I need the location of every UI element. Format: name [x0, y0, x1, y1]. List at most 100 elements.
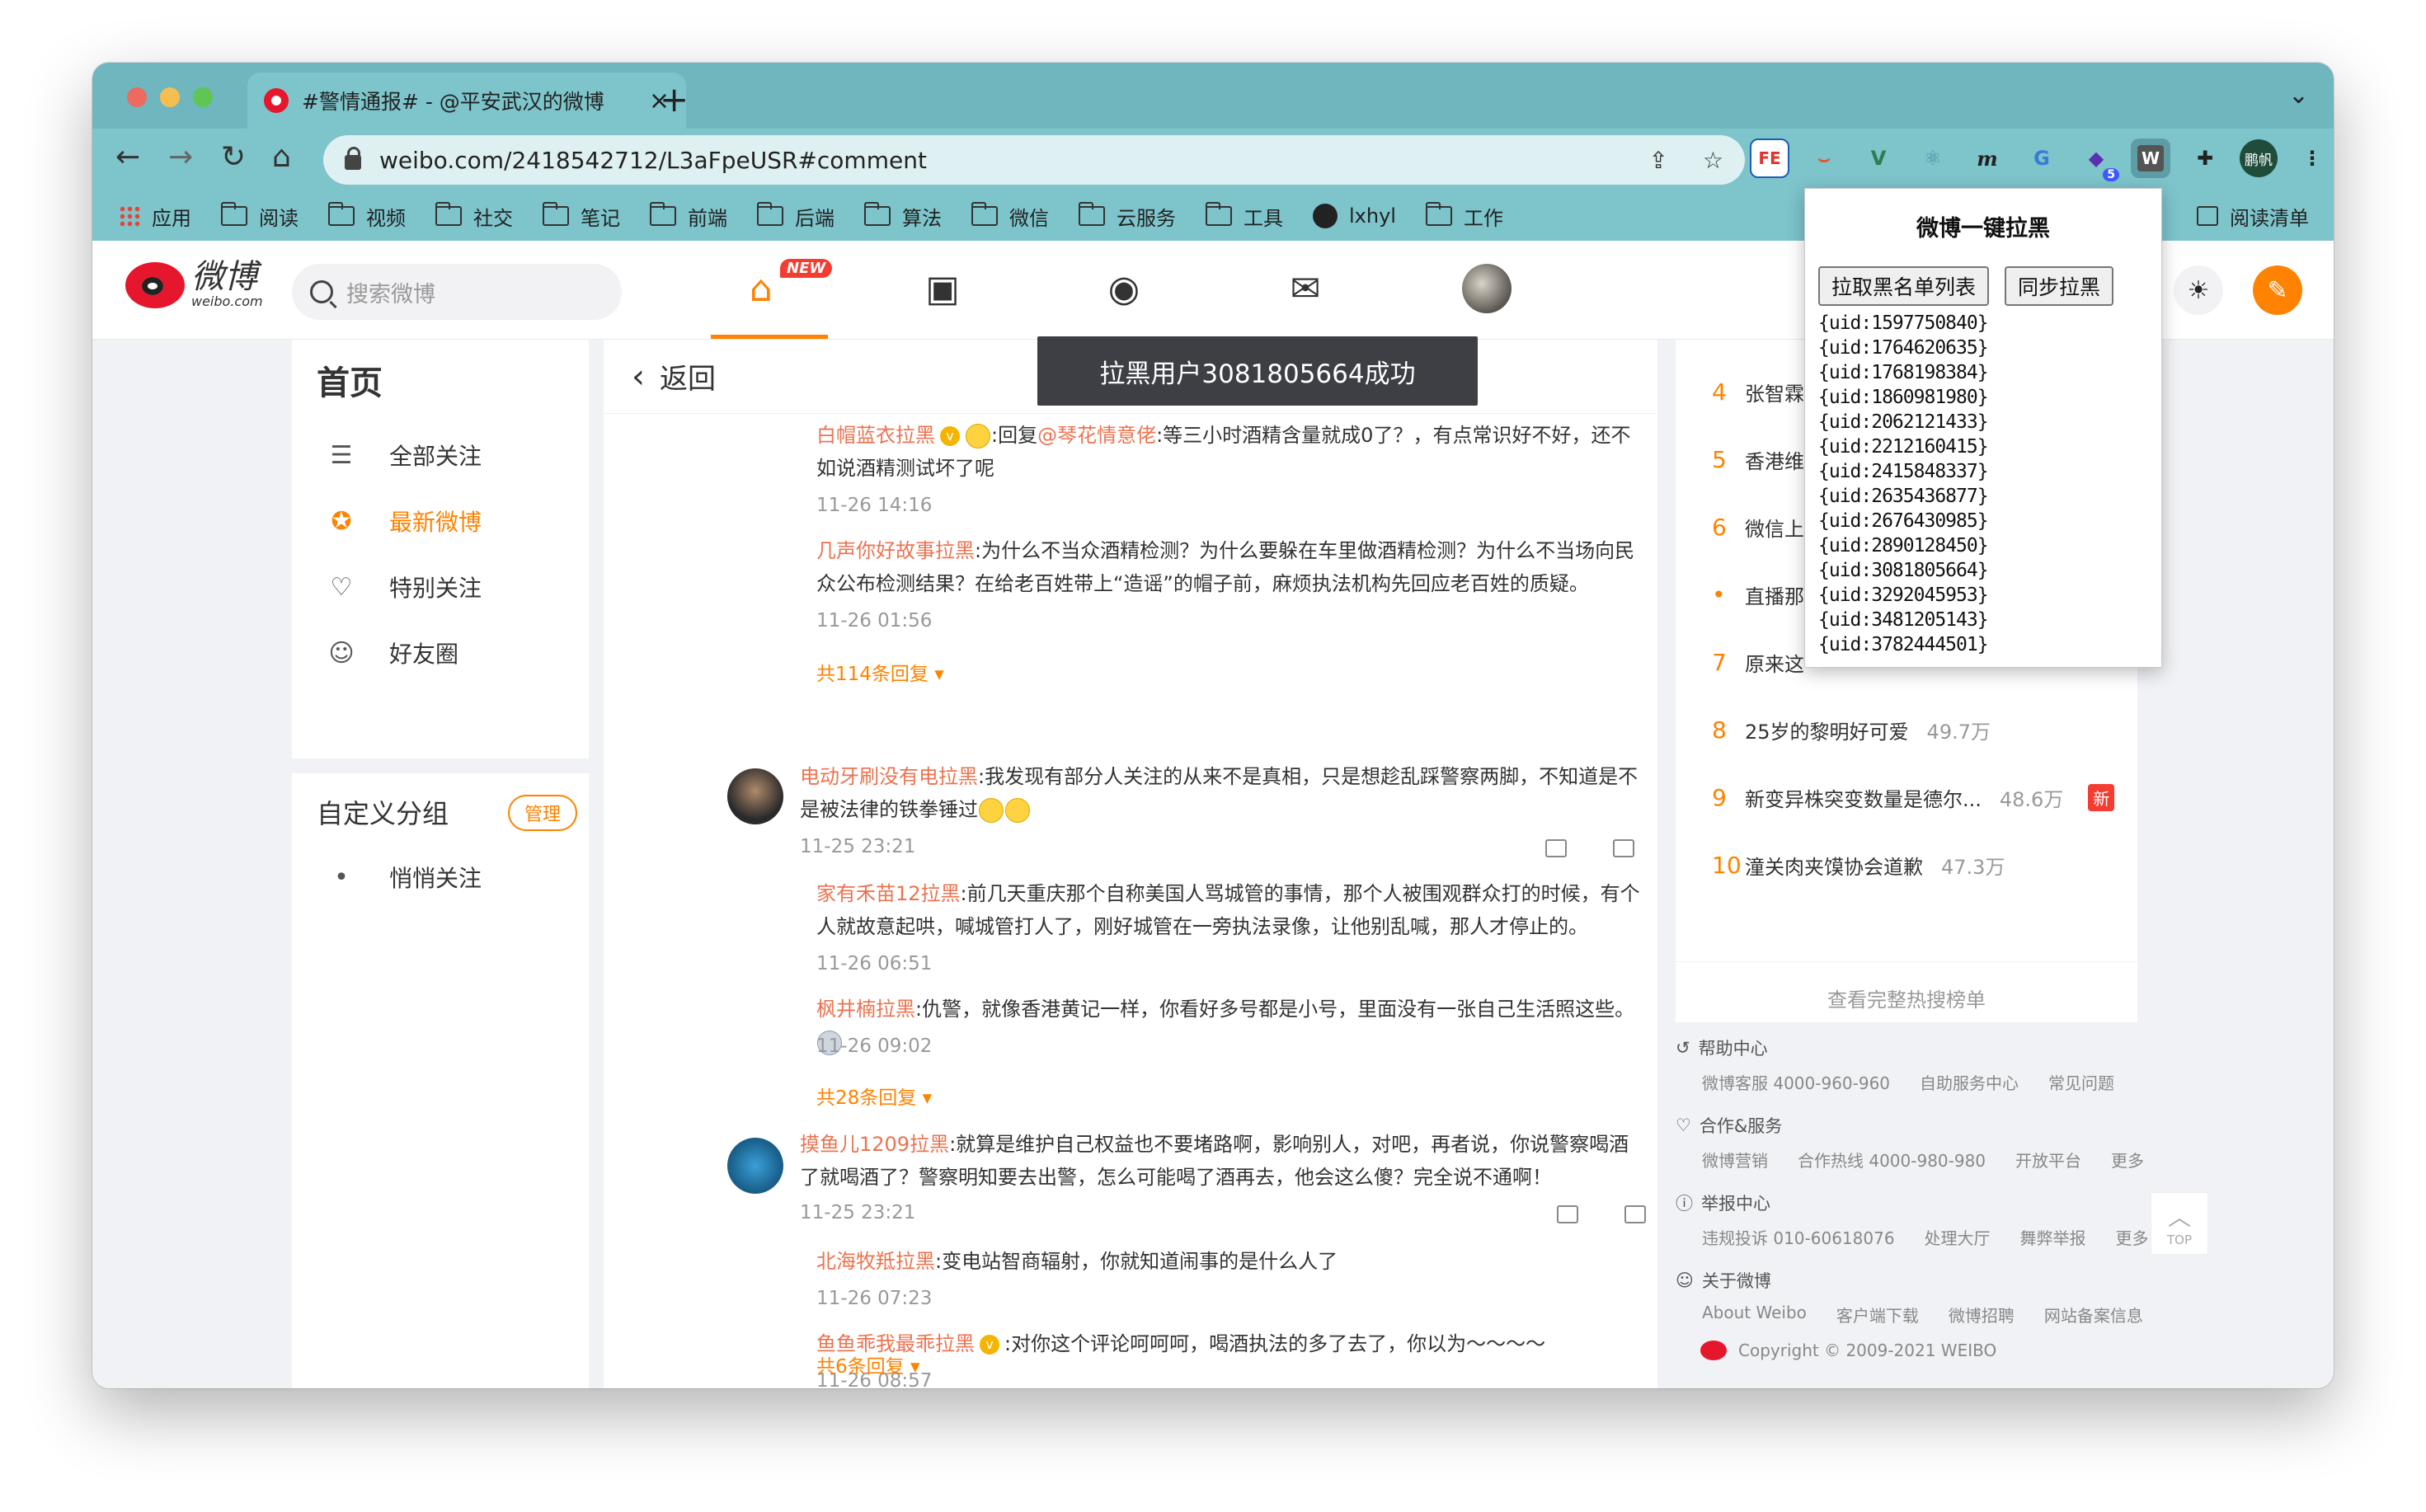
commenter-avatar[interactable] — [727, 768, 783, 824]
hot-search-row[interactable]: 5 香港维 — [1712, 445, 1804, 474]
puzzle-extensions-icon[interactable]: ✚ — [2185, 139, 2225, 178]
compose-edit-icon[interactable]: ✎ — [2253, 265, 2302, 315]
comment-feed: ‹ 返回 白帽蓝衣拉黑 v:回复@琴花情意佬:等三小时酒精含量就成0了？，有点常识… — [604, 340, 1657, 1388]
footer-link[interactable]: 更多 — [2111, 1148, 2144, 1172]
bookmark-github[interactable]: lxhyl — [1313, 204, 1396, 228]
reply-action[interactable] — [1613, 838, 1634, 857]
bookmark-folder[interactable]: 云服务 — [1079, 202, 1176, 231]
minimize-window-button[interactable] — [160, 87, 180, 107]
fe-extension-icon[interactable]: FE — [1750, 139, 1789, 178]
sidebar-item-secret-follow[interactable]: • 悄悄关注 — [327, 861, 482, 894]
hot-search-row[interactable]: 10 潼关肉夹馍协会道歉 47.3万 — [1712, 851, 2005, 880]
commenter-avatar[interactable] — [727, 1138, 783, 1194]
new-tab-button[interactable]: + — [660, 79, 689, 120]
footer-link[interactable]: 更多 — [2116, 1225, 2149, 1249]
footer-link[interactable]: 合作热线 4000-980-980 — [1798, 1148, 1986, 1172]
sidebar-item-special[interactable]: ♡ 特别关注 — [327, 571, 482, 603]
back-to-top-button[interactable]: ︿ TOP — [2151, 1192, 2208, 1255]
footer-link[interactable]: 处理大厅 — [1925, 1225, 1991, 1249]
hot-search-row[interactable]: 9 新变异株突变数量是德尔... 48.6万新 — [1712, 783, 2115, 812]
theme-toggle-sun-icon[interactable]: ☀ — [2174, 265, 2223, 315]
bookmark-star-icon[interactable]: ☆ — [1703, 147, 1723, 174]
fetch-blacklist-button[interactable]: 拉取黑名单列表 — [1818, 266, 1990, 306]
bookmark-folder[interactable]: 社交 — [435, 202, 513, 231]
translate-extension-icon[interactable]: G — [2022, 139, 2062, 178]
m-extension-icon[interactable]: m — [1968, 139, 2007, 178]
reload-icon[interactable]: ↻ — [221, 140, 246, 174]
more-replies-link[interactable]: 共114条回复 ▾ — [816, 658, 944, 686]
mention-link[interactable]: @琴花情意佬 — [1037, 424, 1156, 447]
sidebar-item-latest[interactable]: ✪ 最新微博 — [327, 505, 482, 538]
more-replies-link[interactable]: 共28条回复 ▾ — [816, 1082, 932, 1110]
footer-link[interactable]: 微博招聘 — [1949, 1303, 2015, 1327]
nav-hot-flame-icon[interactable]: ◉ — [1079, 259, 1169, 318]
bookmark-folder[interactable]: 前端 — [650, 202, 727, 231]
weibo-search-input[interactable]: 搜索微博 — [292, 264, 622, 320]
sidebar-item-all-following[interactable]: ☰ 全部关注 — [327, 439, 482, 472]
share-icon[interactable]: ⇪ — [1648, 147, 1667, 174]
back-link[interactable]: 返回 — [660, 356, 716, 397]
forward-arrow-icon[interactable]: → — [168, 140, 193, 174]
footer-link[interactable]: 网站备案信息 — [2044, 1303, 2143, 1327]
share-action[interactable] — [1545, 838, 1567, 857]
bookmark-folder[interactable]: 算法 — [864, 202, 942, 231]
footer-link[interactable]: 微博客服 4000-960-960 — [1702, 1070, 1890, 1094]
back-arrow-icon[interactable]: ← — [115, 140, 140, 174]
profile-avatar[interactable]: 鹏帆 — [2240, 139, 2278, 177]
reply-username[interactable]: 几声你好故事拉黑 — [816, 539, 975, 562]
sidebar-item-friends[interactable]: ☺ 好友圈 — [327, 636, 458, 669]
footer-link[interactable]: 自助服务中心 — [1920, 1070, 2019, 1094]
react-devtools-icon[interactable]: ⚛ — [1913, 139, 1953, 178]
reply-username[interactable]: 白帽蓝衣拉黑 — [816, 424, 935, 447]
url-text[interactable]: weibo.com/2418542712/L3aFpeUSR#comment — [379, 147, 927, 174]
tab-search-chevron-icon[interactable]: ⌄ — [2288, 81, 2309, 110]
reply-username[interactable]: 枫井楠拉黑 — [816, 998, 915, 1021]
reading-list-button[interactable]: 阅读清单 — [2197, 191, 2309, 241]
bookmark-folder[interactable]: 后端 — [757, 202, 835, 231]
home-icon[interactable]: ⌂ — [272, 140, 291, 174]
share-action[interactable] — [1557, 1204, 1578, 1223]
bookmark-folder[interactable]: 工具 — [1206, 202, 1283, 231]
hot-search-row[interactable]: 6 微信上 — [1712, 513, 1804, 542]
reply-action[interactable] — [1624, 1204, 1646, 1223]
vue-devtools-icon[interactable]: V — [1859, 139, 1898, 178]
view-full-hot-list-link[interactable]: 查看完整热搜榜单 — [1676, 961, 2137, 1012]
footer-link[interactable]: 舞弊举报 — [2020, 1225, 2086, 1249]
bookmark-folder[interactable]: 微信 — [971, 202, 1049, 231]
nav-profile-avatar[interactable] — [1441, 259, 1532, 318]
more-replies-link[interactable]: 共6条回复 ▾ — [816, 1350, 920, 1378]
footer-link[interactable]: 微博营销 — [1702, 1148, 1768, 1172]
hot-search-row[interactable]: 4 张智霖 — [1712, 378, 1804, 406]
comment-username[interactable]: 摸鱼儿1209拉黑 — [800, 1133, 949, 1156]
weibo-block-extension-icon[interactable]: W — [2131, 139, 2170, 178]
footer-link[interactable]: 违规投诉 010-60618076 — [1702, 1225, 1895, 1249]
bookmark-folder[interactable]: 笔记 — [543, 202, 620, 231]
footer-link[interactable]: 常见问题 — [2048, 1070, 2114, 1094]
browser-tab[interactable]: #警情通报# - @平安武汉的微博 × — [247, 73, 686, 129]
comment-username[interactable]: 电动牙刷没有电拉黑 — [800, 765, 978, 788]
reply-username[interactable]: 家有禾苗12拉黑 — [816, 882, 961, 905]
bookmark-apps[interactable]: 应用 — [119, 202, 191, 231]
swoosh-extension-icon[interactable]: ⌣ — [1804, 139, 1844, 178]
back-chevron-icon[interactable]: ‹ — [632, 358, 645, 396]
bookmark-folder[interactable]: 工作 — [1425, 202, 1503, 231]
weibo-logo[interactable]: 微博 weibo.com — [125, 261, 263, 309]
manage-groups-button[interactable]: 管理 — [508, 795, 578, 831]
reply-username[interactable]: 北海牧羝拉黑 — [816, 1250, 935, 1273]
bookmark-folder[interactable]: 视频 — [328, 202, 406, 231]
menu-kebab-icon[interactable]: ⋮ — [2292, 139, 2332, 178]
bookmark-folder[interactable]: 阅读 — [221, 202, 299, 231]
sync-block-button[interactable]: 同步拉黑 — [2005, 266, 2114, 306]
footer-link[interactable]: About Weibo — [1702, 1303, 1807, 1327]
footer-link[interactable]: 客户端下载 — [1836, 1303, 1919, 1327]
footer-link[interactable]: 开放平台 — [2015, 1148, 2081, 1172]
hot-search-row[interactable]: 8 25岁的黎明好可爱 49.7万 — [1712, 716, 1991, 744]
close-window-button[interactable] — [127, 87, 147, 107]
hot-search-row[interactable]: • 直播那 — [1712, 580, 1804, 609]
cube-extension-icon[interactable]: ◆ 5 — [2076, 139, 2119, 181]
hot-search-row[interactable]: 7 原来这 — [1712, 648, 1804, 677]
nav-message-icon[interactable]: ✉ — [1260, 259, 1351, 318]
address-bar[interactable]: weibo.com/2418542712/L3aFpeUSR#comment ⇪… — [323, 135, 1745, 185]
nav-video-icon[interactable]: ▣ — [897, 259, 988, 318]
zoom-window-button[interactable] — [193, 87, 213, 107]
